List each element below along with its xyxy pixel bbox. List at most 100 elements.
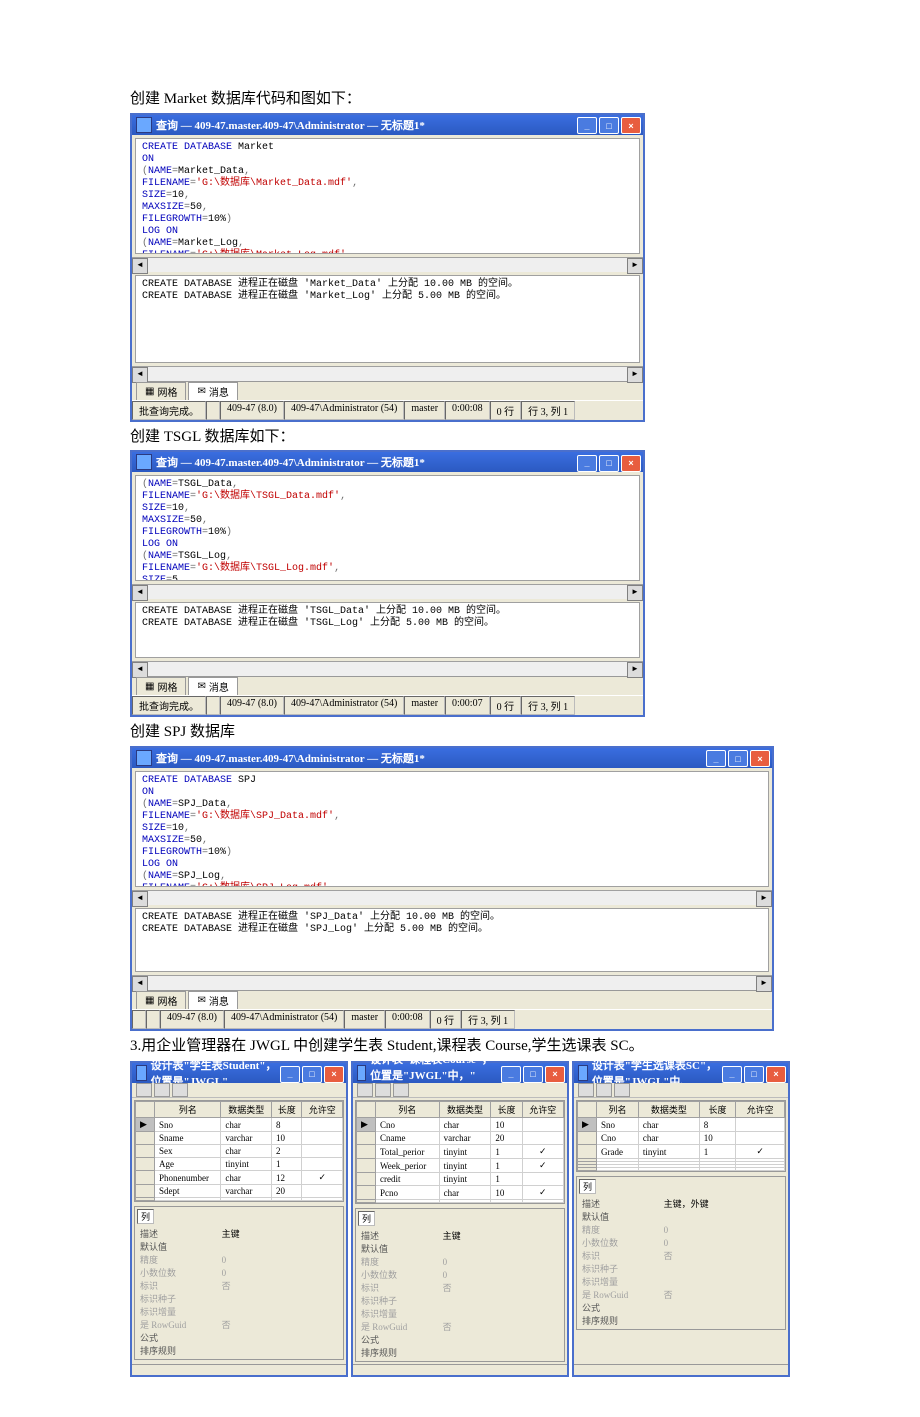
cell[interactable]: tinyint bbox=[439, 1159, 491, 1173]
cell[interactable]: Sex bbox=[155, 1145, 221, 1158]
key-icon[interactable] bbox=[393, 1083, 409, 1097]
cell[interactable]: Cno bbox=[597, 1132, 639, 1145]
minimize-button[interactable]: _ bbox=[577, 117, 597, 134]
column-header[interactable]: 长度 bbox=[272, 1102, 302, 1118]
cell[interactable]: 20 bbox=[491, 1132, 522, 1145]
close-button[interactable]: × bbox=[766, 1066, 786, 1083]
cell[interactable]: Grade bbox=[597, 1145, 639, 1159]
cell[interactable]: Sno bbox=[597, 1118, 639, 1132]
prop-value[interactable]: 主键，外键 bbox=[661, 1197, 783, 1210]
prop-value[interactable] bbox=[440, 1333, 562, 1346]
cell[interactable]: Sdept bbox=[155, 1185, 221, 1198]
prop-value[interactable]: 0 bbox=[661, 1236, 783, 1249]
column-header[interactable]: 长度 bbox=[491, 1102, 522, 1118]
prop-value[interactable] bbox=[219, 1331, 341, 1344]
cell[interactable]: tinyint bbox=[221, 1158, 272, 1171]
h-scrollbar[interactable]: ◄► bbox=[132, 890, 772, 905]
prop-value[interactable]: 0 bbox=[440, 1268, 562, 1281]
cell[interactable]: 10 bbox=[491, 1186, 522, 1200]
cell[interactable]: varchar bbox=[439, 1132, 491, 1145]
titlebar[interactable]: 查询 — 409-47.master.409-47\Administrator … bbox=[132, 748, 772, 768]
sql-editor[interactable]: CREATE DATABASE Market ON (NAME=Market_D… bbox=[135, 138, 640, 254]
allow-null-cell[interactable] bbox=[302, 1132, 343, 1145]
column-header[interactable]: 列名 bbox=[155, 1102, 221, 1118]
prop-value[interactable]: 否 bbox=[661, 1249, 783, 1262]
minimize-button[interactable]: _ bbox=[280, 1066, 300, 1083]
prop-value[interactable] bbox=[661, 1314, 783, 1327]
prop-value[interactable]: 否 bbox=[440, 1281, 562, 1294]
tab-messages[interactable]: ✉消息 bbox=[188, 991, 237, 1009]
cell[interactable]: char bbox=[221, 1118, 272, 1132]
h-scrollbar[interactable]: ◄► bbox=[132, 257, 643, 272]
prop-value[interactable]: 否 bbox=[219, 1279, 341, 1292]
prop-value[interactable] bbox=[219, 1344, 341, 1357]
cell[interactable]: Cname bbox=[376, 1132, 440, 1145]
close-button[interactable]: × bbox=[621, 117, 641, 134]
prop-value[interactable]: 0 bbox=[440, 1255, 562, 1268]
cell[interactable]: Week_perior bbox=[376, 1159, 440, 1173]
table-row[interactable]: ▶Snochar8 bbox=[578, 1118, 785, 1132]
allow-null-cell[interactable] bbox=[522, 1173, 563, 1186]
minimize-button[interactable]: _ bbox=[577, 455, 597, 472]
allow-null-cell[interactable] bbox=[736, 1118, 785, 1132]
prop-value[interactable] bbox=[661, 1210, 783, 1223]
save-icon[interactable] bbox=[578, 1083, 594, 1097]
column-header[interactable]: 数据类型 bbox=[439, 1102, 491, 1118]
cell[interactable]: tinyint bbox=[439, 1145, 491, 1159]
cell[interactable]: Phonenumber bbox=[155, 1171, 221, 1185]
tab-columns[interactable]: 列 bbox=[137, 1209, 154, 1224]
prop-value[interactable] bbox=[661, 1262, 783, 1275]
cell[interactable]: 2 bbox=[272, 1145, 302, 1158]
table-row[interactable]: Week_periortinyint1✓ bbox=[357, 1159, 564, 1173]
cell[interactable]: 1 bbox=[491, 1145, 522, 1159]
column-header[interactable]: 列名 bbox=[376, 1102, 440, 1118]
cell[interactable]: Sname bbox=[155, 1132, 221, 1145]
tab-messages[interactable]: ✉消息 bbox=[188, 382, 237, 400]
maximize-button[interactable]: □ bbox=[599, 117, 619, 134]
prop-value[interactable]: 0 bbox=[661, 1223, 783, 1236]
cell[interactable]: char bbox=[638, 1118, 699, 1132]
prop-value[interactable] bbox=[440, 1294, 562, 1307]
h-scrollbar[interactable]: ◄► bbox=[132, 584, 643, 599]
minimize-button[interactable]: _ bbox=[722, 1066, 742, 1083]
allow-null-cell[interactable]: ✓ bbox=[522, 1186, 563, 1200]
allow-null-cell[interactable] bbox=[522, 1132, 563, 1145]
cell[interactable]: Sno bbox=[155, 1118, 221, 1132]
titlebar[interactable]: 设计表"学生选课表SC"，位置是"JWGL"中、..._□× bbox=[574, 1063, 788, 1083]
close-button[interactable]: × bbox=[545, 1066, 565, 1083]
allow-null-cell[interactable] bbox=[522, 1118, 563, 1132]
key-icon[interactable] bbox=[614, 1083, 630, 1097]
messages-pane[interactable]: CREATE DATABASE 进程正在磁盘 'SPJ_Data' 上分配 10… bbox=[135, 908, 769, 972]
prop-value[interactable]: 主键 bbox=[219, 1227, 341, 1240]
table-row[interactable]: credittinyint1 bbox=[357, 1173, 564, 1186]
titlebar[interactable]: 设计表"课程表Course"，位置是"JWGL"中，"(loca..._□× bbox=[353, 1063, 567, 1083]
sql-editor[interactable]: (NAME=TSGL_Data, FILENAME='G:\数据库\TSGL_D… bbox=[135, 475, 640, 581]
minimize-button[interactable]: _ bbox=[706, 750, 726, 767]
maximize-button[interactable]: □ bbox=[523, 1066, 543, 1083]
prop-value[interactable] bbox=[440, 1242, 562, 1255]
allow-null-cell[interactable]: ✓ bbox=[736, 1145, 785, 1159]
maximize-button[interactable]: □ bbox=[599, 455, 619, 472]
cell[interactable]: 1 bbox=[699, 1145, 736, 1159]
table-row[interactable]: Snamevarchar10 bbox=[136, 1132, 343, 1145]
tab-messages[interactable]: ✉消息 bbox=[188, 677, 237, 695]
cell[interactable]: Total_perior bbox=[376, 1145, 440, 1159]
table-row[interactable]: Total_periortinyint1✓ bbox=[357, 1145, 564, 1159]
columns-grid[interactable]: 列名数据类型长度允许空▶Snochar8Cnochar10Gradetinyin… bbox=[576, 1100, 786, 1172]
prop-value[interactable]: 否 bbox=[219, 1318, 341, 1331]
prop-value[interactable]: 0 bbox=[219, 1266, 341, 1279]
allow-null-cell[interactable] bbox=[302, 1185, 343, 1198]
cell[interactable]: 20 bbox=[272, 1185, 302, 1198]
table-row[interactable]: Phonenumberchar12✓ bbox=[136, 1171, 343, 1185]
columns-grid[interactable]: 列名数据类型长度允许空▶Snochar8Snamevarchar10Sexcha… bbox=[134, 1100, 344, 1202]
allow-null-cell[interactable]: ✓ bbox=[522, 1159, 563, 1173]
cell[interactable]: 10 bbox=[491, 1118, 522, 1132]
maximize-button[interactable]: □ bbox=[728, 750, 748, 767]
column-header[interactable]: 允许空 bbox=[736, 1102, 785, 1118]
script-icon[interactable] bbox=[154, 1083, 170, 1097]
allow-null-cell[interactable] bbox=[302, 1118, 343, 1132]
messages-pane[interactable]: CREATE DATABASE 进程正在磁盘 'TSGL_Data' 上分配 1… bbox=[135, 602, 640, 658]
cell[interactable]: 8 bbox=[272, 1118, 302, 1132]
column-header[interactable]: 允许空 bbox=[302, 1102, 343, 1118]
table-row[interactable]: Gradetinyint1✓ bbox=[578, 1145, 785, 1159]
